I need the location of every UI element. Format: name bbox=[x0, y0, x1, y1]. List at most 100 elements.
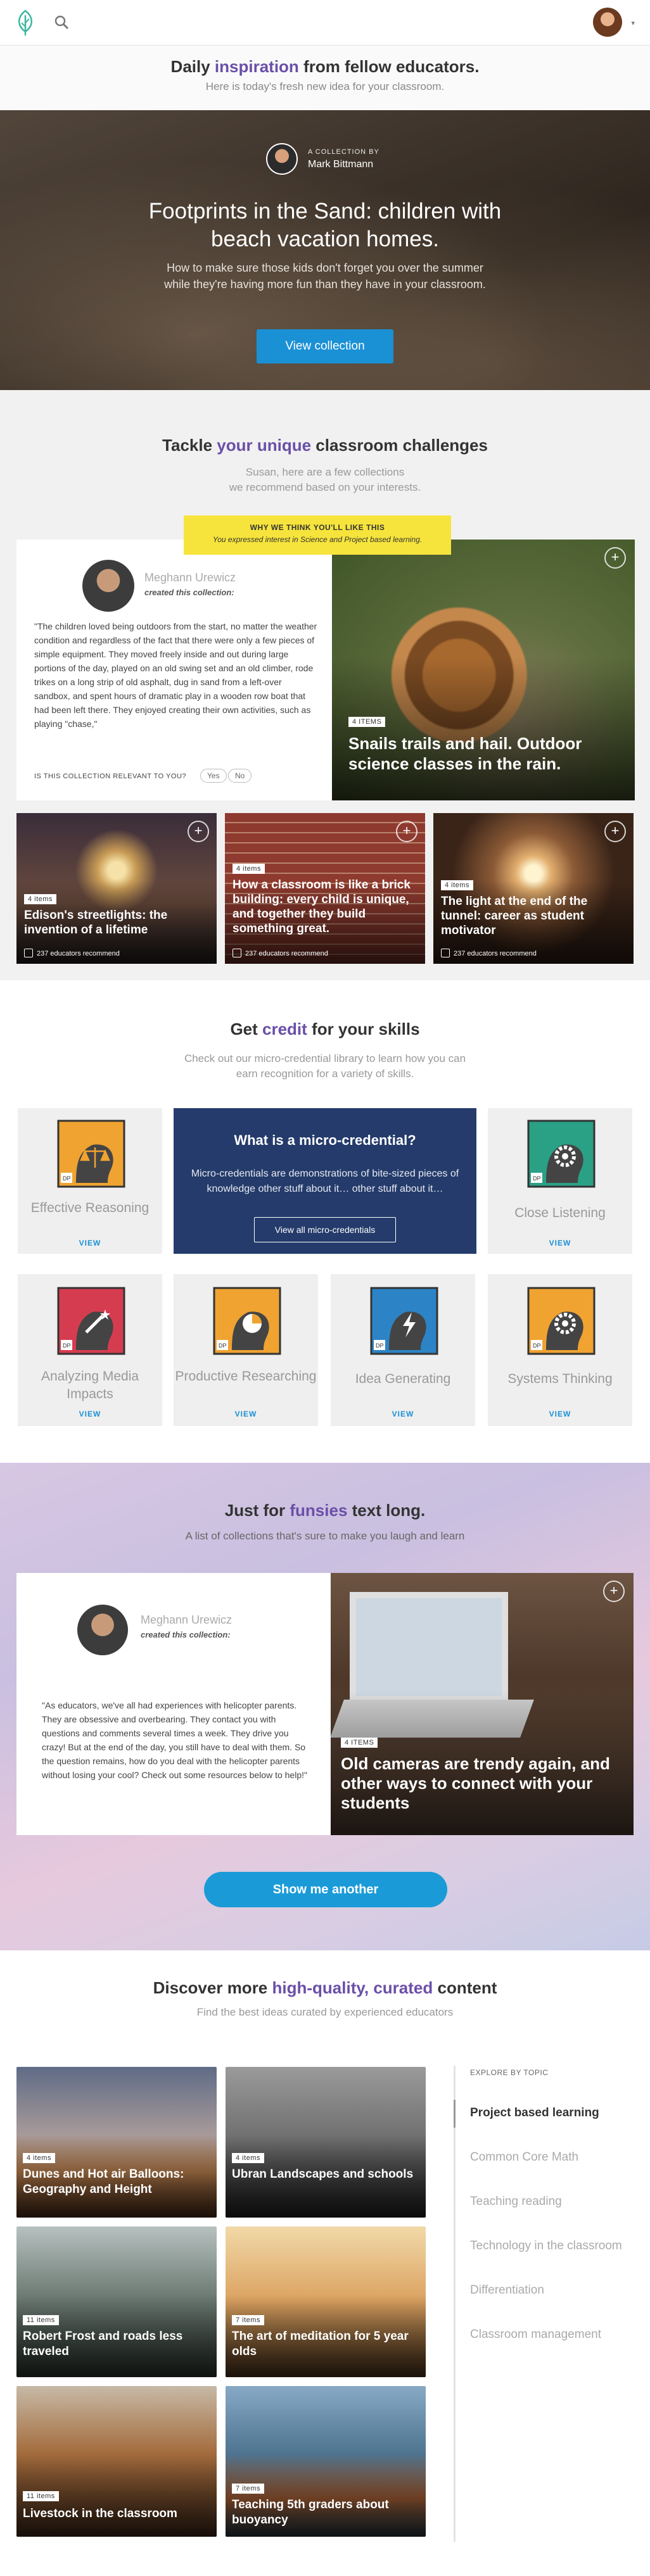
funsies-title: Just for funsies text long. bbox=[224, 1501, 426, 1520]
topic-technology[interactable]: Technology in the classroom bbox=[470, 2239, 622, 2253]
thumbs-up-icon[interactable] bbox=[24, 949, 33, 957]
discover-card[interactable]: 4 items Ubran Landscapes and schools bbox=[226, 2067, 426, 2218]
curator-avatar bbox=[77, 1605, 128, 1655]
topic-active-marker bbox=[454, 2100, 456, 2128]
dp-label: DP bbox=[63, 1342, 71, 1349]
yes-button[interactable]: Yes bbox=[200, 769, 227, 783]
no-button[interactable]: No bbox=[228, 769, 252, 783]
item-count-badge: 7 items bbox=[232, 2484, 264, 2494]
discover-title: Discover more high-quality, curated cont… bbox=[153, 1978, 497, 1997]
topic-project-based-learning[interactable]: Project based learning bbox=[470, 2106, 599, 2120]
credential-effective-reasoning[interactable]: DP Effective Reasoning VIEW bbox=[18, 1108, 162, 1254]
credential-analyzing-media[interactable]: DP Analyzing Media Impacts VIEW bbox=[18, 1274, 162, 1426]
collection-quote: "As educators, we've all had experiences… bbox=[42, 1700, 307, 1780]
credential-name: Productive Researching bbox=[175, 1369, 317, 1384]
collection-card[interactable]: + 4 items How a classroom is like a bric… bbox=[225, 813, 425, 964]
magic-wand-icon: DP bbox=[57, 1287, 125, 1355]
topic-teaching-reading[interactable]: Teaching reading bbox=[470, 2195, 562, 2209]
item-count-badge: 4 ITEMS bbox=[341, 1738, 378, 1748]
featured-collection-card[interactable]: Meghann Urewicz created this collection:… bbox=[16, 540, 635, 800]
discover-card[interactable]: 4 items Dunes and Hot air Balloons: Geog… bbox=[16, 2067, 217, 2218]
featured-image[interactable]: + 4 ITEMS Snails trails and hail. Outdoo… bbox=[332, 540, 635, 800]
add-icon[interactable]: + bbox=[604, 821, 626, 842]
funsies-subtitle: A list of collections that's sure to mak… bbox=[185, 1530, 465, 1542]
card-title[interactable]: Ubran Landscapes and schools bbox=[232, 2167, 419, 2182]
credential-name: Analyzing Media Impacts bbox=[41, 1369, 139, 1401]
curator-name: Mark Bittmann bbox=[308, 159, 374, 170]
hero-banner: A COLLECTION BY Mark Bittmann Footprints… bbox=[0, 110, 650, 390]
dp-label: DP bbox=[533, 1342, 541, 1349]
add-icon[interactable]: + bbox=[188, 821, 209, 842]
credential-close-listening[interactable]: DP Close Listening VIEW bbox=[488, 1108, 632, 1254]
micro-title: What is a micro-credential? bbox=[234, 1132, 416, 1148]
thumbs-up-icon[interactable] bbox=[233, 949, 241, 957]
view-link[interactable]: VIEW bbox=[331, 1410, 475, 1418]
discover-card[interactable]: 11 items Livestock in the classroom bbox=[16, 2386, 217, 2537]
card-title[interactable]: Edison's streetlights: the invention of … bbox=[24, 908, 208, 937]
view-link[interactable]: VIEW bbox=[18, 1239, 162, 1247]
card-title[interactable]: Robert Frost and roads less traveled bbox=[23, 2329, 210, 2359]
collection-quote: "The children loved being outdoors from … bbox=[34, 621, 317, 729]
card-title[interactable]: Livestock in the classroom bbox=[23, 2506, 210, 2522]
dp-label: DP bbox=[376, 1342, 384, 1349]
daily-title: Daily inspiration from fellow educators. bbox=[170, 57, 480, 76]
add-icon[interactable]: + bbox=[604, 547, 626, 569]
view-link[interactable]: VIEW bbox=[174, 1410, 318, 1418]
challenges-subtitle: Susan, here are a few collections we rec… bbox=[229, 466, 421, 493]
view-link[interactable]: VIEW bbox=[18, 1410, 162, 1418]
curator-avatar bbox=[82, 560, 134, 612]
show-me-another-button[interactable]: Show me another bbox=[204, 1872, 447, 1907]
micro-credential-info: What is a micro-credential? Micro-creden… bbox=[174, 1108, 476, 1254]
view-collection-button[interactable]: View collection bbox=[257, 329, 393, 363]
hero-title: Footprints in the Sand: children with be… bbox=[148, 199, 502, 251]
credential-name: Systems Thinking bbox=[507, 1372, 613, 1386]
discover-card[interactable]: 7 items Teaching 5th graders about buoya… bbox=[226, 2386, 426, 2537]
credit-title: Get credit for your skills bbox=[230, 1020, 420, 1039]
dp-label: DP bbox=[219, 1342, 227, 1349]
why-tooltip: WHY WE THINK YOU'LL LIKE THIS You expres… bbox=[184, 515, 451, 555]
gear-icon: DP bbox=[527, 1287, 596, 1355]
discover-card[interactable]: 7 items The art of meditation for 5 year… bbox=[226, 2226, 426, 2377]
view-link[interactable]: VIEW bbox=[488, 1410, 632, 1418]
collection-card[interactable]: + 4 items The light at the end of the tu… bbox=[433, 813, 634, 964]
card-title[interactable]: The art of meditation for 5 year olds bbox=[232, 2329, 419, 2359]
leaf-icon[interactable] bbox=[14, 9, 37, 37]
collection-card[interactable]: + 4 items Edison's streetlights: the inv… bbox=[16, 813, 217, 964]
funsies-curator-panel: Meghann Urewicz created this collection:… bbox=[16, 1573, 331, 1835]
card-title[interactable]: Dunes and Hot air Balloons: Geography an… bbox=[23, 2167, 210, 2197]
view-all-micro-credentials-button[interactable]: View all micro-credentials bbox=[254, 1217, 396, 1242]
topic-classroom-management[interactable]: Classroom management bbox=[470, 2328, 601, 2342]
funsies-image[interactable]: + 4 ITEMS Old cameras are trendy again, … bbox=[331, 1573, 634, 1835]
card-title[interactable]: Teaching 5th graders about buoyancy bbox=[232, 2497, 419, 2528]
item-count-badge: 4 items bbox=[441, 880, 473, 890]
top-nav: ▾ bbox=[0, 0, 650, 46]
topic-common-core-math[interactable]: Common Core Math bbox=[470, 2150, 578, 2164]
add-icon[interactable]: + bbox=[396, 821, 417, 842]
credential-idea-generating[interactable]: DP Idea Generating VIEW bbox=[331, 1274, 475, 1426]
item-count-badge: 11 items bbox=[23, 2491, 59, 2501]
credential-name: Idea Generating bbox=[355, 1372, 451, 1386]
thumbs-up-icon[interactable] bbox=[441, 949, 450, 957]
created-label: created this collection: bbox=[144, 588, 234, 597]
topic-differentiation[interactable]: Differentiation bbox=[470, 2283, 544, 2297]
recommend-count: 237 educators recommend bbox=[233, 949, 328, 957]
card-title[interactable]: The light at the end of the tunnel: care… bbox=[441, 894, 626, 938]
hero-curator[interactable]: A COLLECTION BY Mark Bittmann bbox=[266, 142, 393, 180]
funsies-card-title[interactable]: Old cameras are trendy again, and other … bbox=[341, 1754, 626, 1813]
dp-label: DP bbox=[63, 1175, 71, 1182]
card-title[interactable]: How a classroom is like a brick building… bbox=[233, 878, 417, 936]
view-link[interactable]: VIEW bbox=[488, 1239, 632, 1247]
credential-systems-thinking[interactable]: DP Systems Thinking VIEW bbox=[488, 1274, 632, 1426]
chevron-down-icon[interactable]: ▾ bbox=[631, 19, 635, 27]
featured-title[interactable]: Snails trails and hail. Outdoor science … bbox=[348, 733, 621, 774]
search-icon[interactable] bbox=[53, 14, 70, 30]
item-count-badge: 4 items bbox=[24, 894, 56, 904]
challenges-title: Tackle your unique classroom challenges bbox=[162, 436, 488, 455]
curator-name[interactable]: Meghann Urewicz bbox=[141, 1613, 232, 1627]
recommend-count: 237 educators recommend bbox=[441, 949, 537, 957]
discover-card[interactable]: 11 items Robert Frost and roads less tra… bbox=[16, 2226, 217, 2377]
credential-productive-researching[interactable]: DP Productive Researching VIEW bbox=[174, 1274, 318, 1426]
curator-name[interactable]: Meghann Urewicz bbox=[144, 571, 236, 584]
user-avatar[interactable] bbox=[593, 8, 622, 37]
add-icon[interactable]: + bbox=[603, 1581, 625, 1602]
